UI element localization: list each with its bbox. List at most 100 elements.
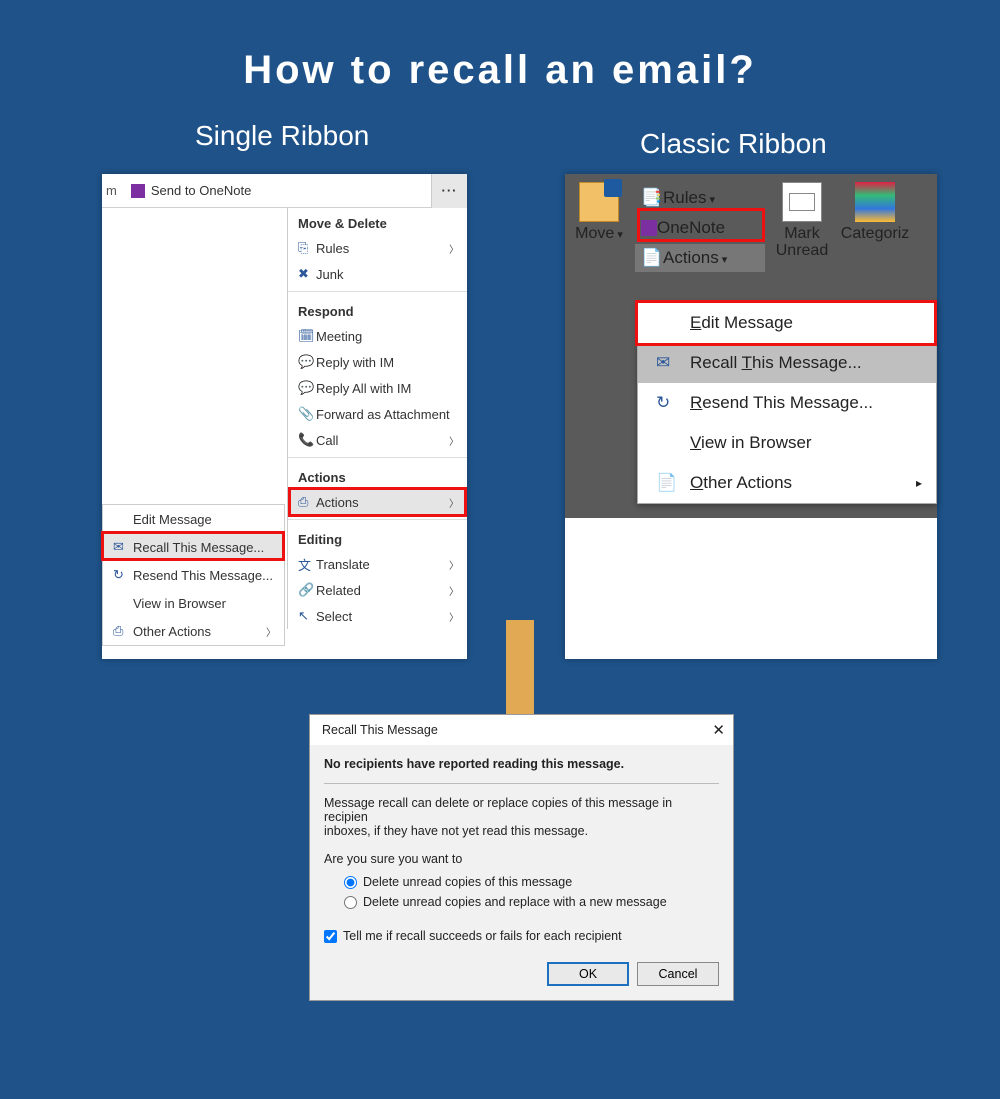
submenu-other-label: Other Actions: [133, 624, 211, 639]
menu-reply-all-im-label: Reply All with IM: [316, 381, 411, 396]
ok-button[interactable]: OK: [547, 962, 629, 986]
categorize-icon: [855, 182, 895, 222]
menu-reply-im[interactable]: 💬 Reply with IM: [288, 349, 467, 375]
classic-ribbon-panel: Move ▾ 📑 Rules OneNote 📄 Actions Mark Un…: [565, 174, 937, 659]
menu-reply-im-label: Reply with IM: [316, 355, 394, 370]
menu-meeting-label: Meeting: [316, 329, 362, 344]
drop-resend-message[interactable]: ↻ Resend This Message...: [638, 383, 936, 423]
ribbon-actions[interactable]: 📄 Actions: [635, 244, 765, 272]
submenu-view-label: View in Browser: [133, 596, 226, 611]
submenu-resend-message[interactable]: ↻ Resend This Message...: [103, 561, 284, 589]
menu-translate[interactable]: 文 Translate 〉: [288, 551, 467, 577]
dialog-status: No recipients have reported reading this…: [324, 757, 719, 771]
submenu-recall-label: Recall This Message...: [133, 540, 264, 555]
onenote-icon: [641, 220, 657, 236]
chevron-right-icon: 〉: [449, 557, 459, 572]
overflow-menu: Move & Delete ⎘ Rules 〉 ✖ Junk Respond 🗓…: [287, 208, 467, 629]
more-dots-button[interactable]: ···: [431, 174, 467, 208]
onenote-icon: [131, 184, 145, 198]
check-tell-me[interactable]: Tell me if recall succeeds or fails for …: [324, 926, 719, 946]
page-title: How to recall an email?: [0, 48, 1000, 93]
menu-rules-label: Rules: [316, 241, 349, 256]
radio-replace-input[interactable]: [344, 896, 357, 909]
junk-icon: ✖: [298, 266, 316, 282]
check-tell-me-input[interactable]: [324, 930, 337, 943]
recall-icon: ✉: [113, 539, 133, 555]
submenu-recall-message[interactable]: ✉ Recall This Message...: [103, 533, 284, 561]
radio-delete-copies[interactable]: Delete unread copies of this message: [324, 872, 719, 892]
menu-forward-att-label: Forward as Attachment: [316, 407, 450, 422]
radio-delete-replace[interactable]: Delete unread copies and replace with a …: [324, 892, 719, 912]
chevron-right-icon: 〉: [449, 609, 459, 624]
menu-actions[interactable]: ⎙ Actions 〉: [288, 489, 467, 515]
categorize-group[interactable]: Categoriz: [839, 182, 911, 308]
translate-icon: 文: [298, 555, 316, 574]
resend-icon: ↻: [656, 393, 690, 413]
related-icon: 🔗: [298, 582, 316, 598]
send-to-onenote-button[interactable]: Send to OneNote: [151, 183, 251, 198]
cursor-icon: ↖: [298, 608, 316, 624]
menu-rules[interactable]: ⎘ Rules 〉: [288, 235, 467, 261]
ribbon-bar: Move ▾ 📑 Rules OneNote 📄 Actions Mark Un…: [565, 174, 937, 308]
im-icon: 💬: [298, 354, 316, 370]
menu-related-label: Related: [316, 583, 361, 598]
onenote-label: OneNote: [657, 218, 725, 238]
submenu-edit-label: Edit Message: [133, 512, 212, 527]
classic-ribbon-label: Classic Ribbon: [640, 128, 827, 160]
menu-meeting[interactable]: 🗓 Meeting: [288, 323, 467, 349]
menu-reply-all-im[interactable]: 💬 Reply All with IM: [288, 375, 467, 401]
recall-icon: ✉: [656, 353, 690, 373]
single-ribbon-panel: m Send to OneNote ··· Move & Delete ⎘ Ru…: [102, 174, 467, 659]
categorize-label: Categoriz: [841, 226, 909, 243]
drop-other-actions[interactable]: 📄 Other Actions ▸: [638, 463, 936, 503]
submenu-edit-message[interactable]: Edit Message: [103, 505, 284, 533]
drop-recall-message[interactable]: ✉ Recall This Message...: [638, 343, 936, 383]
other-icon: 📄: [656, 473, 690, 493]
submenu-view-browser[interactable]: View in Browser: [103, 589, 284, 617]
group-move-delete: Move & Delete: [288, 208, 467, 235]
dialog-titlebar: Recall This Message ✕: [310, 715, 733, 745]
menu-select[interactable]: ↖ Select 〉: [288, 603, 467, 629]
mark-unread-group[interactable]: Mark Unread: [765, 182, 839, 308]
move-group[interactable]: Move ▾: [565, 182, 633, 308]
menu-junk[interactable]: ✖ Junk: [288, 261, 467, 287]
ribbon-rules[interactable]: 📑 Rules: [635, 184, 765, 212]
dialog-explain-2: inboxes, if they have not yet read this …: [324, 824, 719, 838]
menu-forward-attachment[interactable]: 📎 Forward as Attachment: [288, 401, 467, 427]
actions-label: Actions: [663, 248, 727, 268]
drop-other-label: Other Actions: [690, 473, 792, 493]
window-titlebar: m Send to OneNote ···: [102, 174, 467, 208]
single-ribbon-label: Single Ribbon: [195, 120, 369, 152]
ribbon-onenote[interactable]: OneNote: [635, 214, 765, 242]
radio-delete-label: Delete unread copies of this message: [363, 875, 572, 889]
menu-junk-label: Junk: [316, 267, 343, 282]
drop-edit-label: Edit Message: [690, 313, 793, 333]
menu-call[interactable]: 📞 Call 〉: [288, 427, 467, 453]
chevron-right-icon: 〉: [449, 433, 459, 448]
chevron-right-icon: ▸: [916, 476, 922, 490]
dialog-prompt: Are you sure you want to: [324, 852, 719, 866]
group-respond: Respond: [288, 296, 467, 323]
drop-edit-message[interactable]: Edit Message: [638, 303, 936, 343]
actions-dropdown: Edit Message ✉ Recall This Message... ↻ …: [637, 302, 937, 504]
radio-replace-label: Delete unread copies and replace with a …: [363, 895, 667, 909]
radio-delete-input[interactable]: [344, 876, 357, 889]
menu-call-label: Call: [316, 433, 338, 448]
menu-translate-label: Translate: [316, 557, 370, 572]
close-icon[interactable]: ✕: [712, 721, 725, 739]
cancel-button[interactable]: Cancel: [637, 962, 719, 986]
im-icon: 💬: [298, 380, 316, 396]
phone-icon: 📞: [298, 432, 316, 448]
calendar-icon: 🗓: [298, 328, 316, 344]
submenu-other-actions[interactable]: ⎙ Other Actions 〉: [103, 617, 284, 645]
attachment-icon: 📎: [298, 406, 316, 422]
chevron-right-icon: 〉: [449, 495, 459, 510]
resend-icon: ↻: [113, 567, 133, 583]
menu-select-label: Select: [316, 609, 352, 624]
move-label: Move ▾: [575, 226, 623, 243]
menu-related[interactable]: 🔗 Related 〉: [288, 577, 467, 603]
drop-view-browser[interactable]: View in Browser: [638, 423, 936, 463]
envelope-icon: [782, 182, 822, 222]
chevron-right-icon: 〉: [266, 624, 276, 639]
drop-recall-label: Recall This Message...: [690, 353, 862, 373]
